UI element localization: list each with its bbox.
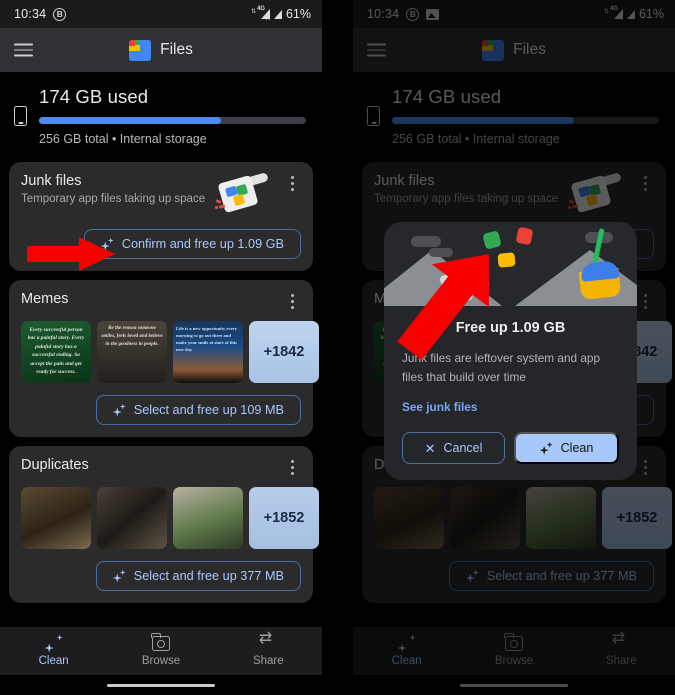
data-arrows-icon: ⇅ — [250, 9, 256, 15]
card-memes[interactable]: Memes Every successful person has a pain… — [9, 280, 319, 437]
nav-item-browse[interactable]: Browse — [107, 633, 214, 667]
app-bar: Files — [0, 28, 322, 72]
thumbnail-item[interactable]: Every successful person has a painful st… — [21, 321, 91, 383]
card-duplicates[interactable]: Duplicates +1852 Select and free up 377 — [9, 446, 319, 603]
card-title: Memes — [21, 291, 69, 307]
phone-screen-before: 10:34 B ⇅ 4G R 61% Files 174 GB used 256… — [0, 0, 322, 695]
overflow-menu-icon[interactable] — [283, 457, 301, 477]
storage-used-title: 174 GB used — [39, 86, 149, 107]
circled-b-icon: B — [53, 7, 67, 21]
overflow-menu-icon[interactable] — [283, 291, 301, 311]
hamburger-menu-icon[interactable] — [14, 43, 33, 57]
cancel-label: Cancel — [443, 441, 483, 456]
storage-summary: 174 GB used 256 GB total • Internal stor… — [0, 72, 322, 162]
sparkle-icon — [45, 635, 63, 652]
annotation-arrow-left — [27, 237, 115, 271]
thumbnail-item[interactable] — [173, 487, 243, 549]
files-app-logo — [129, 39, 152, 61]
select-free-up-button[interactable]: Select and free up 377 MB — [95, 561, 301, 591]
clean-button[interactable]: Clean — [514, 432, 619, 465]
nav-item-share[interactable]: Share — [215, 631, 322, 668]
close-x-icon: ✕ — [424, 440, 436, 456]
nav-label: Clean — [38, 655, 69, 667]
thumbnail-more-count[interactable]: +1842 — [249, 321, 319, 383]
thumbnail-item[interactable]: Life is a new opportunity every morning … — [173, 321, 243, 383]
network-type-label: 4G — [256, 6, 265, 12]
thumbnail-item[interactable] — [21, 487, 91, 549]
dustpan-with-files-icon — [215, 172, 273, 217]
storage-progress-fill — [39, 117, 221, 124]
status-bar-left: 10:34 B — [14, 7, 67, 21]
thumbnail-caption: Life is a new opportunity every morning … — [176, 326, 238, 353]
storage-subtitle: 256 GB total • Internal storage — [39, 132, 207, 146]
roaming-indicator: R — [265, 16, 270, 22]
dialog-actions: ✕ Cancel Clean — [402, 432, 619, 465]
overflow-menu-icon[interactable] — [283, 173, 301, 193]
screenshot-stage: 10:34 B ⇅ 4G R 61% Files 174 GB used 256… — [0, 0, 675, 695]
app-title: Files — [160, 41, 193, 58]
sparkle-icon — [540, 442, 553, 455]
status-clock: 10:34 — [14, 7, 47, 21]
storage-progress-track — [39, 117, 306, 124]
mobile-signal-icon: ⇅ 4G R — [251, 6, 270, 22]
folder-search-icon — [151, 633, 170, 652]
nav-item-clean[interactable]: Clean — [0, 635, 107, 667]
card-subtitle: Temporary app files taking up space — [21, 193, 206, 205]
thumbnail-more-count[interactable]: +1852 — [249, 487, 319, 549]
thumbnail-caption: Be the reason someone smiles, feels love… — [101, 326, 163, 347]
panel-gutter — [322, 0, 353, 695]
thumbnail-strip: +1852 — [21, 487, 319, 549]
gesture-bar[interactable] — [107, 683, 215, 687]
battery-percent: 61% — [285, 7, 311, 21]
thumbnail-item[interactable]: Be the reason someone smiles, feels love… — [97, 321, 167, 383]
see-junk-files-link[interactable]: See junk files — [402, 400, 477, 414]
confirm-free-up-label: Confirm and free up 1.09 GB — [121, 237, 284, 251]
clean-label: Clean — [560, 441, 594, 456]
wifi-signal-icon — [273, 9, 282, 19]
sparkle-icon — [113, 570, 126, 583]
more-count-label: +1842 — [263, 344, 305, 360]
cancel-button[interactable]: ✕ Cancel — [402, 432, 505, 465]
bottom-navigation: Clean Browse Share — [0, 627, 322, 675]
annotation-arrow-right — [397, 254, 489, 360]
confirm-free-up-button[interactable]: Confirm and free up 1.09 GB — [83, 229, 301, 259]
app-bar-title-group: Files — [129, 39, 193, 61]
phone-icon — [14, 106, 27, 126]
nav-label: Share — [252, 655, 284, 667]
nav-label: Browse — [141, 655, 181, 667]
select-free-up-label: Select and free up 377 MB — [133, 569, 284, 583]
card-title: Duplicates — [21, 457, 89, 473]
cards-list: Junk files Temporary app files taking up… — [0, 162, 322, 603]
card-title: Junk files — [21, 173, 82, 189]
status-bar-right: ⇅ 4G R 61% — [251, 6, 311, 22]
thumbnail-caption: Every successful person has a painful st… — [27, 327, 85, 375]
select-free-up-label: Select and free up 109 MB — [133, 403, 284, 417]
status-bar: 10:34 B ⇅ 4G R 61% — [0, 0, 322, 28]
more-count-label: +1852 — [263, 510, 305, 526]
phone-screen-after: 10:34 B ⇅ 4G R 61% — [353, 0, 675, 695]
share-arrows-icon — [259, 631, 278, 652]
thumbnail-strip: Every successful person has a painful st… — [21, 321, 319, 383]
select-free-up-button[interactable]: Select and free up 109 MB — [95, 395, 301, 425]
sparkle-icon — [113, 404, 126, 417]
thumbnail-item[interactable] — [97, 487, 167, 549]
